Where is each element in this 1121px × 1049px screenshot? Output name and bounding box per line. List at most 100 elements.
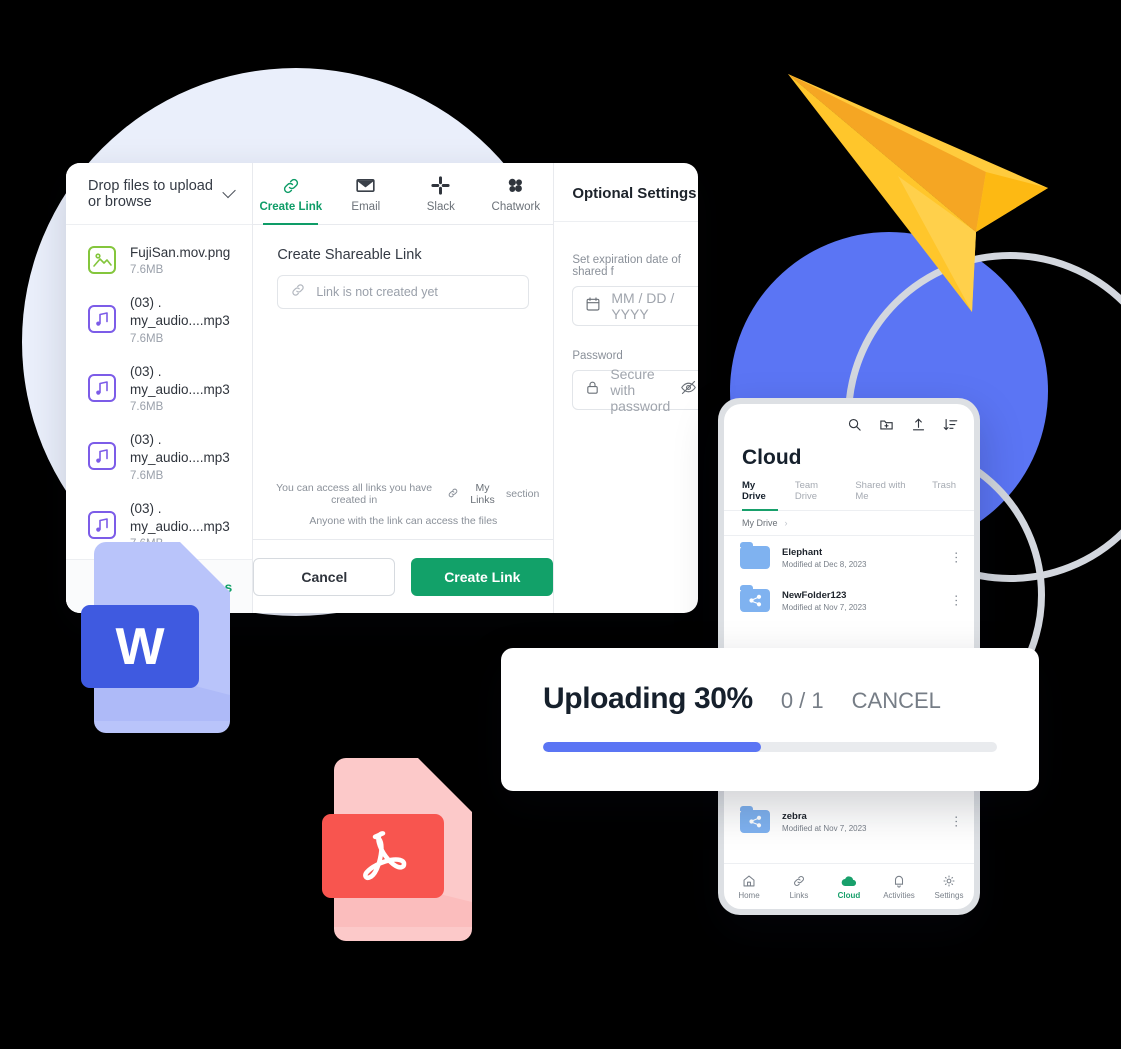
upload-count: 0 / 1 xyxy=(780,688,824,713)
nav-label: Links xyxy=(789,890,809,900)
tab-label: Create Link xyxy=(259,200,323,213)
link-icon xyxy=(447,487,459,502)
file-size: 7.6MB xyxy=(130,401,164,414)
tab-chatwork[interactable]: Chatwork xyxy=(478,163,553,224)
image-file-icon xyxy=(88,246,116,275)
tab-shared-with-me[interactable]: Shared with Me xyxy=(855,480,915,510)
file-meta: (03) . my_audio....mp3 7.6MB xyxy=(130,363,230,413)
pdf-badge xyxy=(322,814,444,898)
tab-trash[interactable]: Trash xyxy=(932,480,956,510)
item-modified: Modified at Dec 8, 2023 xyxy=(782,559,867,569)
tab-team-drive[interactable]: Team Drive xyxy=(795,480,838,510)
tab-create-link[interactable]: Create Link xyxy=(253,163,328,225)
bell-icon xyxy=(894,875,904,887)
my-links-note: You can access all links you have create… xyxy=(267,482,539,506)
list-item[interactable]: NewFolder123 Modified at Nov 7, 2023 ⋯ xyxy=(724,579,974,622)
upload-progress-toast: Uploading 30% 0 / 1 CANCEL xyxy=(501,648,1039,791)
divider xyxy=(554,221,698,222)
tab-email[interactable]: Email xyxy=(328,163,403,224)
illustration-stage: Drop files to upload or browse FujiSan.m… xyxy=(0,0,1121,1049)
cancel-button[interactable]: Cancel xyxy=(253,557,396,596)
nav-home[interactable]: Home xyxy=(724,864,774,909)
nav-label: Cloud xyxy=(837,890,861,900)
paper-plane-icon xyxy=(780,60,1060,320)
tab-label: Slack xyxy=(426,200,455,213)
item-meta: zebra Modified at Nov 7, 2023 xyxy=(782,811,867,833)
item-modified: Modified at Nov 7, 2023 xyxy=(782,602,867,612)
pdf-document-icon xyxy=(322,756,488,941)
nav-settings[interactable]: Settings xyxy=(924,864,974,909)
item-name: Elephant xyxy=(782,546,823,558)
list-item[interactable]: (03) . my_audio....mp3 7.6MB xyxy=(66,354,252,422)
more-options-icon[interactable]: ⋯ xyxy=(949,815,964,828)
nav-label: Home xyxy=(738,890,760,900)
upload-cancel-button[interactable]: CANCEL xyxy=(852,688,941,714)
home-icon xyxy=(743,875,755,886)
item-meta: NewFolder123 Modified at Nov 7, 2023 xyxy=(782,590,867,612)
list-item[interactable]: (03) . my_audio....mp3 7.6MB xyxy=(66,422,252,490)
gear-icon xyxy=(943,875,955,886)
word-document-icon: W xyxy=(81,540,242,735)
create-link-button[interactable]: Create Link xyxy=(411,557,554,596)
mobile-tabs: My Drive Team Drive Shared with Me Trash xyxy=(724,480,974,511)
new-folder-icon[interactable] xyxy=(879,417,894,437)
dropzone-header[interactable]: Drop files to upload or browse xyxy=(66,163,253,225)
more-options-icon[interactable]: ⋯ xyxy=(949,594,964,607)
list-item[interactable]: zebra Modified at Nov 7, 2023 ⋯ xyxy=(724,800,974,843)
sort-icon[interactable] xyxy=(943,417,958,437)
list-item[interactable]: Elephant Modified at Dec 8, 2023 ⋯ xyxy=(724,536,974,579)
nav-cloud[interactable]: Cloud xyxy=(824,864,874,909)
item-name: zebra xyxy=(782,810,807,822)
mobile-bottom-nav: Home Links Cloud Activities Settings xyxy=(724,863,974,909)
share-link-field[interactable]: Link is not created yet xyxy=(277,275,530,309)
expiry-label: Set expiration date of shared f xyxy=(572,254,681,278)
audio-file-icon xyxy=(88,305,116,334)
word-letter: W xyxy=(115,617,165,676)
link-icon xyxy=(290,282,306,303)
upload-icon[interactable] xyxy=(911,417,926,437)
item-modified: Modified at Nov 7, 2023 xyxy=(782,823,867,833)
tab-slack[interactable]: Slack xyxy=(403,163,478,224)
audio-file-icon xyxy=(88,373,116,402)
link-icon xyxy=(281,175,301,197)
file-size: 7.6MB xyxy=(130,469,164,482)
slack-icon xyxy=(430,175,451,197)
file-size: 7.6MB xyxy=(130,332,164,345)
shared-folder-icon xyxy=(740,806,770,833)
progress-bar-track xyxy=(543,742,997,752)
dropzone-label: Drop files to upload or browse xyxy=(88,177,213,210)
chatwork-icon xyxy=(505,175,526,197)
envelope-icon xyxy=(355,175,376,197)
share-method-panel: Create Link Email Slack Chatwork Create … xyxy=(253,163,555,613)
password-input[interactable]: Secure with password xyxy=(572,366,698,414)
tab-my-drive[interactable]: My Drive xyxy=(742,480,778,511)
more-options-icon[interactable]: ⋯ xyxy=(949,551,964,564)
nav-label: Settings xyxy=(934,890,964,900)
note-prefix: You can access all links you have create… xyxy=(276,482,433,506)
audio-file-icon xyxy=(88,510,116,539)
cloud-icon xyxy=(841,875,857,886)
file-name: (03) . my_audio....mp3 xyxy=(130,363,230,397)
access-note: Anyone with the link can access the file… xyxy=(309,515,498,527)
file-meta: FujiSan.mov.png 7.6MB xyxy=(130,244,230,276)
list-item[interactable]: (03) . my_audio....mp3 7.6MB xyxy=(66,285,252,353)
breadcrumb-item[interactable]: My Drive xyxy=(742,518,778,528)
search-icon[interactable] xyxy=(847,417,862,437)
file-name: FujiSan.mov.png xyxy=(130,245,231,260)
expiry-date-input[interactable]: MM / DD / YYYY xyxy=(572,286,698,326)
file-meta: (03) . my_audio....mp3 7.6MB xyxy=(130,431,230,481)
acrobat-glyph-icon xyxy=(363,831,407,881)
list-item[interactable]: FujiSan.mov.png 7.6MB xyxy=(66,235,252,285)
calendar-icon xyxy=(585,296,601,317)
my-links-link[interactable]: My Links xyxy=(465,482,500,506)
eye-off-icon[interactable] xyxy=(680,379,697,401)
dialog-actions: Cancel Create Link xyxy=(253,539,554,613)
upload-status-row: Uploading 30% 0 / 1 CANCEL xyxy=(543,682,997,716)
chevron-down-icon xyxy=(222,184,236,198)
optional-settings-title: Optional Settings xyxy=(572,185,697,202)
nav-activities[interactable]: Activities xyxy=(874,864,924,909)
note-suffix: section xyxy=(506,488,540,500)
nav-links[interactable]: Links xyxy=(774,864,824,909)
mobile-toolbar xyxy=(724,412,974,442)
word-badge: W xyxy=(81,605,199,688)
